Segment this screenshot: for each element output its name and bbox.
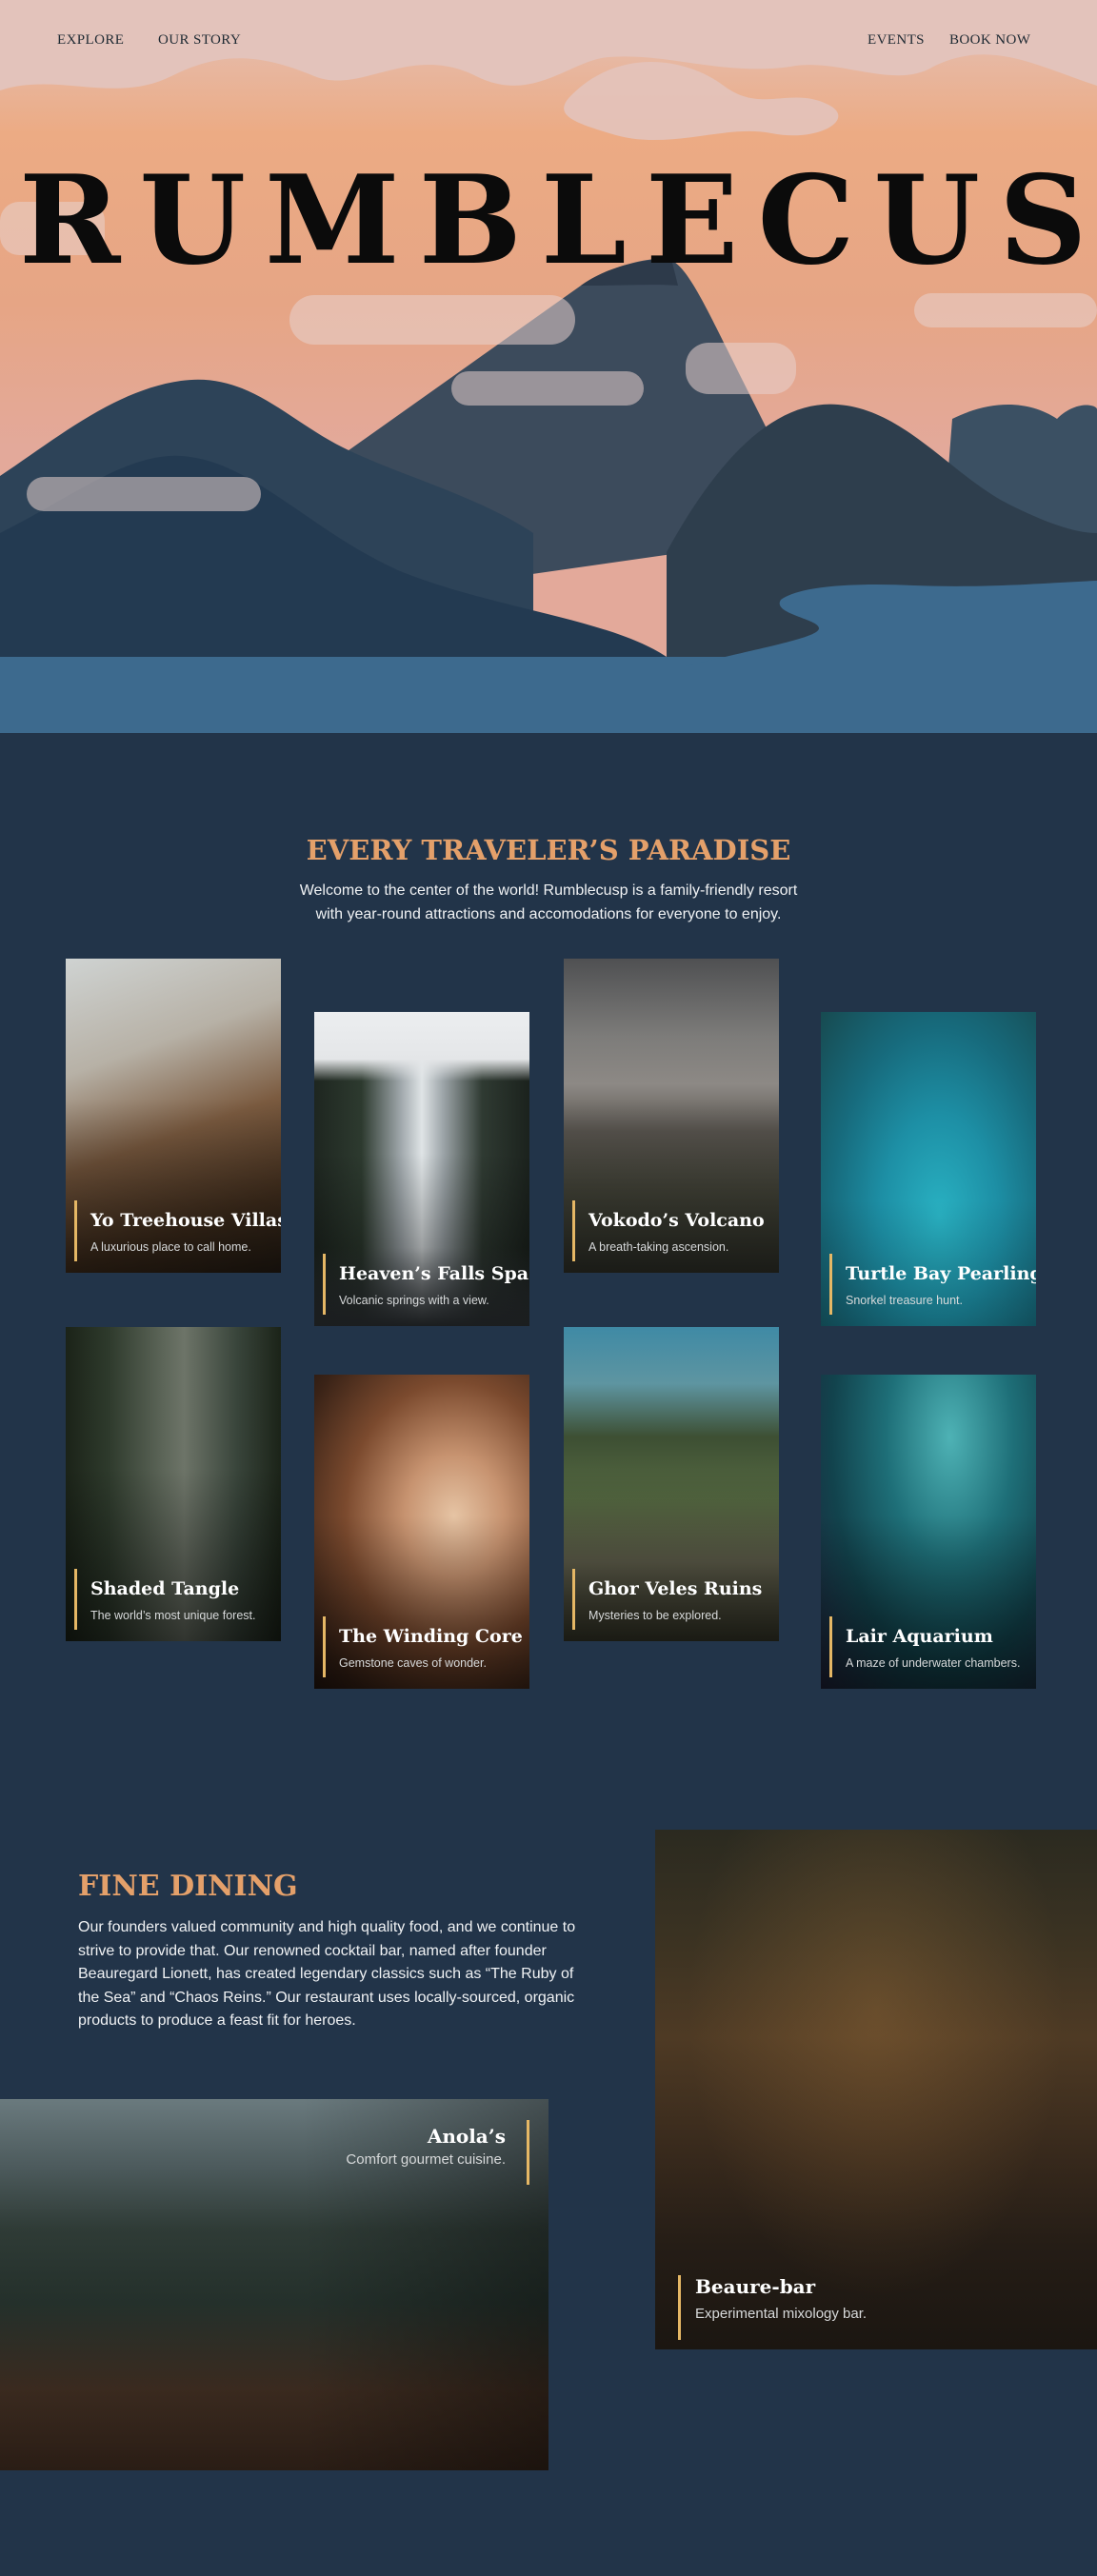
attraction-card-ghor-veles[interactable]: Ghor Veles Ruins Mysteries to be explore… [564,1327,779,1641]
attraction-card-turtle-bay[interactable]: Turtle Bay Pearling Snorkel treasure hun… [821,1012,1036,1326]
venue-card-anolas[interactable]: Anola’s Comfort gourmet cuisine. [0,2099,548,2470]
card-title: Yo Treehouse Villas [90,1210,281,1231]
cloud-shape [27,477,261,511]
card-accent-bar [829,1616,832,1677]
hero-landscape-illustration [0,0,1097,733]
cloud-shape [289,295,575,345]
card-accent-bar [572,1569,575,1630]
nav-our-story-link[interactable]: OUR STORY [158,32,241,49]
card-accent-bar [74,1200,77,1261]
card-title: Vokodo’s Volcano [588,1210,765,1231]
dining-title: FINE DINING [78,1870,298,1903]
attraction-card-volcano[interactable]: Vokodo’s Volcano A breath-taking ascensi… [564,959,779,1273]
card-title: The Winding Core [339,1626,523,1647]
card-subtitle: Snorkel treasure hunt. [846,1294,963,1307]
venue-subtitle: Comfort gourmet cuisine. [346,2151,506,2168]
attraction-card-falls-spa[interactable]: Heaven’s Falls Spa Volcanic springs with… [314,1012,529,1326]
venue-card-beaure-bar[interactable]: Beaure-bar Experimental mixology bar. [655,1830,1097,2349]
card-subtitle: Gemstone caves of wonder. [339,1656,487,1670]
cloud-shape [914,293,1097,327]
nav-explore-link[interactable]: EXPLORE [57,32,124,49]
intro-text: Welcome to the center of the world! Rumb… [299,882,798,922]
venue-title: Anola’s [427,2125,506,2148]
card-title: Heaven’s Falls Spa [339,1263,529,1284]
card-subtitle: A luxurious place to call home. [90,1240,251,1254]
card-title: Lair Aquarium [846,1626,993,1647]
intro-title: EVERY TRAVELER’S PARADISE [306,834,791,866]
card-subtitle: A maze of underwater chambers. [846,1656,1021,1670]
card-title: Ghor Veles Ruins [588,1578,763,1599]
venue-subtitle: Experimental mixology bar. [695,2306,868,2322]
cloud-shape [451,371,644,406]
card-accent-bar [323,1254,326,1315]
nav-events-link[interactable]: EVENTS [868,32,925,49]
card-accent-bar [829,1254,832,1315]
card-title: Turtle Bay Pearling [846,1263,1036,1284]
hero-title: RUMBLECUSP [19,149,1097,292]
venue-accent-bar [678,2275,681,2340]
nav-book-now-link[interactable]: BOOK NOW [949,32,1030,49]
attraction-card-lair-aquarium[interactable]: Lair Aquarium A maze of underwater chamb… [821,1375,1036,1689]
card-subtitle: A breath-taking ascension. [588,1240,729,1254]
attraction-card-winding-core[interactable]: The Winding Core Gemstone caves of wonde… [314,1375,529,1689]
attraction-card-shaded-tangle[interactable]: Shaded Tangle The world’s most unique fo… [66,1327,281,1641]
cloud-shape [686,343,796,394]
hero-section: EXPLORE OUR STORY EVENTS BOOK NOW RUMBLE… [0,0,1097,733]
card-accent-bar [572,1200,575,1261]
venue-title: Beaure-bar [695,2275,816,2298]
card-accent-bar [323,1616,326,1677]
venue-accent-bar [527,2120,529,2185]
attraction-card-treehouse[interactable]: Yo Treehouse Villas A luxurious place to… [66,959,281,1273]
card-title: Shaded Tangle [90,1578,240,1599]
card-subtitle: Volcanic springs with a view. [339,1294,489,1307]
card-accent-bar [74,1569,77,1630]
card-subtitle: Mysteries to be explored. [588,1609,722,1622]
dining-text: Our founders valued community and high q… [78,1919,576,2029]
card-subtitle: The world’s most unique forest. [90,1609,256,1622]
